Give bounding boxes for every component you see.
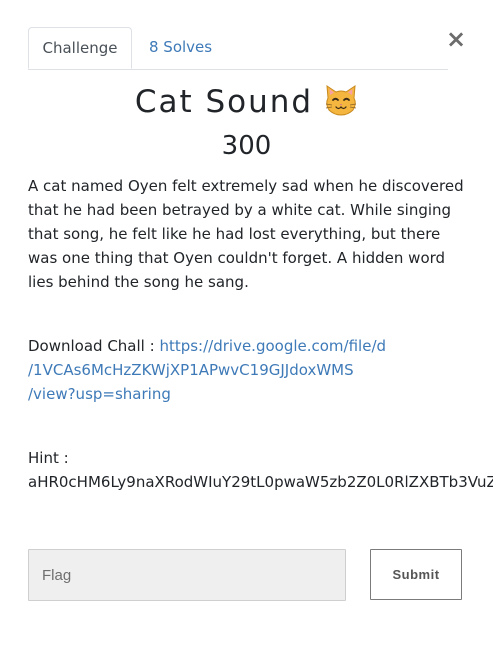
download-url-line2[interactable]: /1VCAs6McHzZKWjXP1APwvC19GJJdoxWMS: [28, 361, 354, 379]
hint-section: Hint : aHR0cHM6Ly9naXRodWIuY29tL0pwaW5zb…: [28, 446, 493, 494]
challenge-modal: Challenge 8 Solves × Cat Sound 300 A cat…: [0, 0, 493, 645]
submit-button[interactable]: Submit: [370, 549, 462, 600]
download-section: Download Chall : https://drive.google.co…: [28, 334, 468, 406]
tab-solves[interactable]: 8 Solves: [149, 27, 212, 68]
tab-challenge[interactable]: Challenge: [28, 27, 132, 69]
challenge-header: Cat Sound: [0, 84, 493, 120]
download-url-line1[interactable]: https://drive.google.com/file/d: [159, 337, 386, 355]
challenge-points: 300: [221, 131, 272, 161]
challenge-tabs: Challenge 8 Solves: [28, 27, 448, 70]
challenge-title: Cat Sound: [134, 84, 314, 120]
hint-value: aHR0cHM6Ly9naXRodWIuY29tL0pwaW5zb2Z0L0Rl…: [28, 473, 493, 491]
close-icon[interactable]: ×: [446, 26, 466, 52]
cat-face-icon: [324, 84, 358, 120]
hint-label: Hint :: [28, 449, 69, 467]
flag-input[interactable]: [28, 549, 346, 601]
download-url-line3[interactable]: /view?usp=sharing: [28, 385, 171, 403]
download-label: Download Chall :: [28, 337, 155, 355]
challenge-description: A cat named Oyen felt extremely sad when…: [28, 177, 464, 291]
